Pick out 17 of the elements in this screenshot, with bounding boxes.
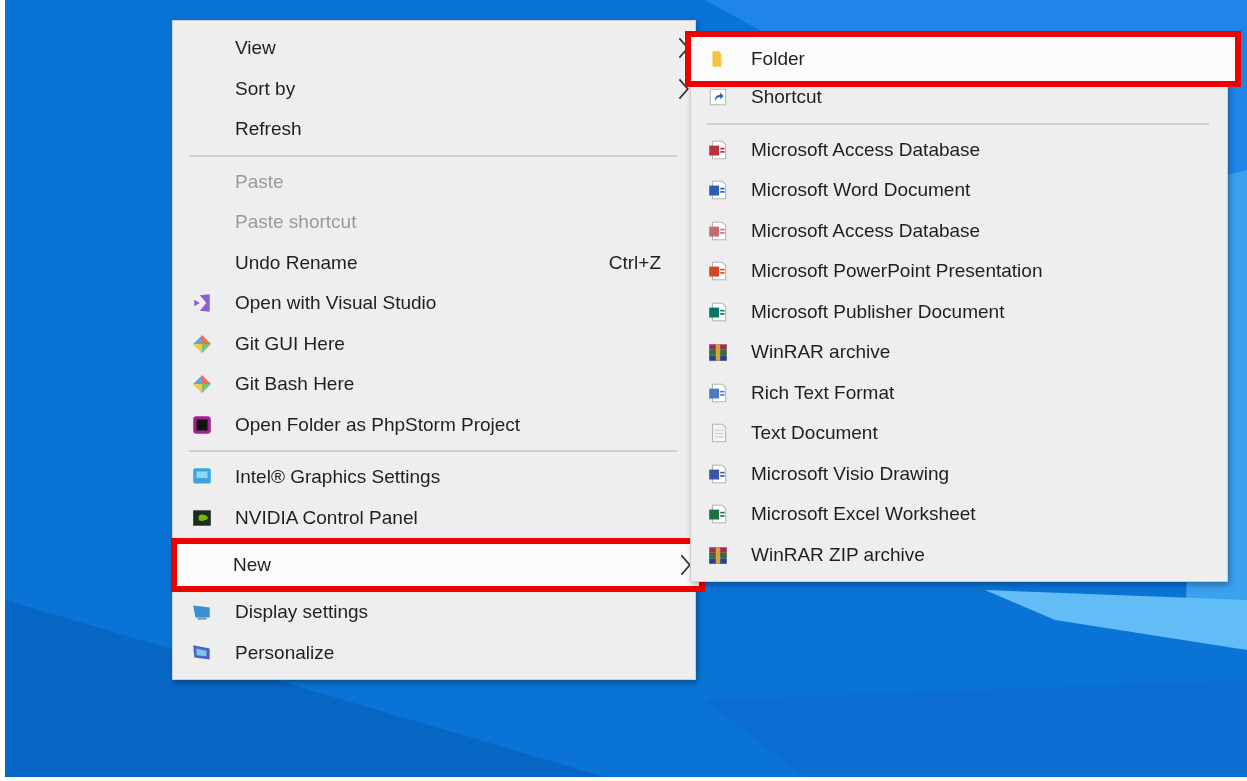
menu-item[interactable]: Microsoft Access Database <box>691 129 1227 170</box>
menu-item[interactable]: Microsoft PowerPoint Presentation <box>691 251 1227 292</box>
menu-item[interactable]: Display settings <box>173 592 695 633</box>
menu-item[interactable]: Rich Text Format <box>691 372 1227 413</box>
menu-item[interactable]: Microsoft Publisher Document <box>691 291 1227 332</box>
shortcut-text: Ctrl+Z <box>608 251 661 274</box>
menu-item[interactable]: Microsoft Visio Drawing <box>691 453 1227 494</box>
menu-item[interactable]: WinRAR archive <box>691 332 1227 373</box>
menu-item[interactable]: New <box>171 538 705 592</box>
menu-item[interactable]: Folder <box>685 31 1241 87</box>
menu-item[interactable]: Microsoft Word Document <box>691 170 1227 211</box>
archive-icon <box>707 341 729 364</box>
square-logo-icon <box>191 413 213 436</box>
menu-item[interactable]: Text Document <box>691 413 1227 454</box>
menu-item[interactable]: Microsoft Access Database <box>691 210 1227 251</box>
menu-item[interactable]: Personalize <box>173 632 695 673</box>
menu-item[interactable]: Microsoft Excel Worksheet <box>691 494 1227 535</box>
